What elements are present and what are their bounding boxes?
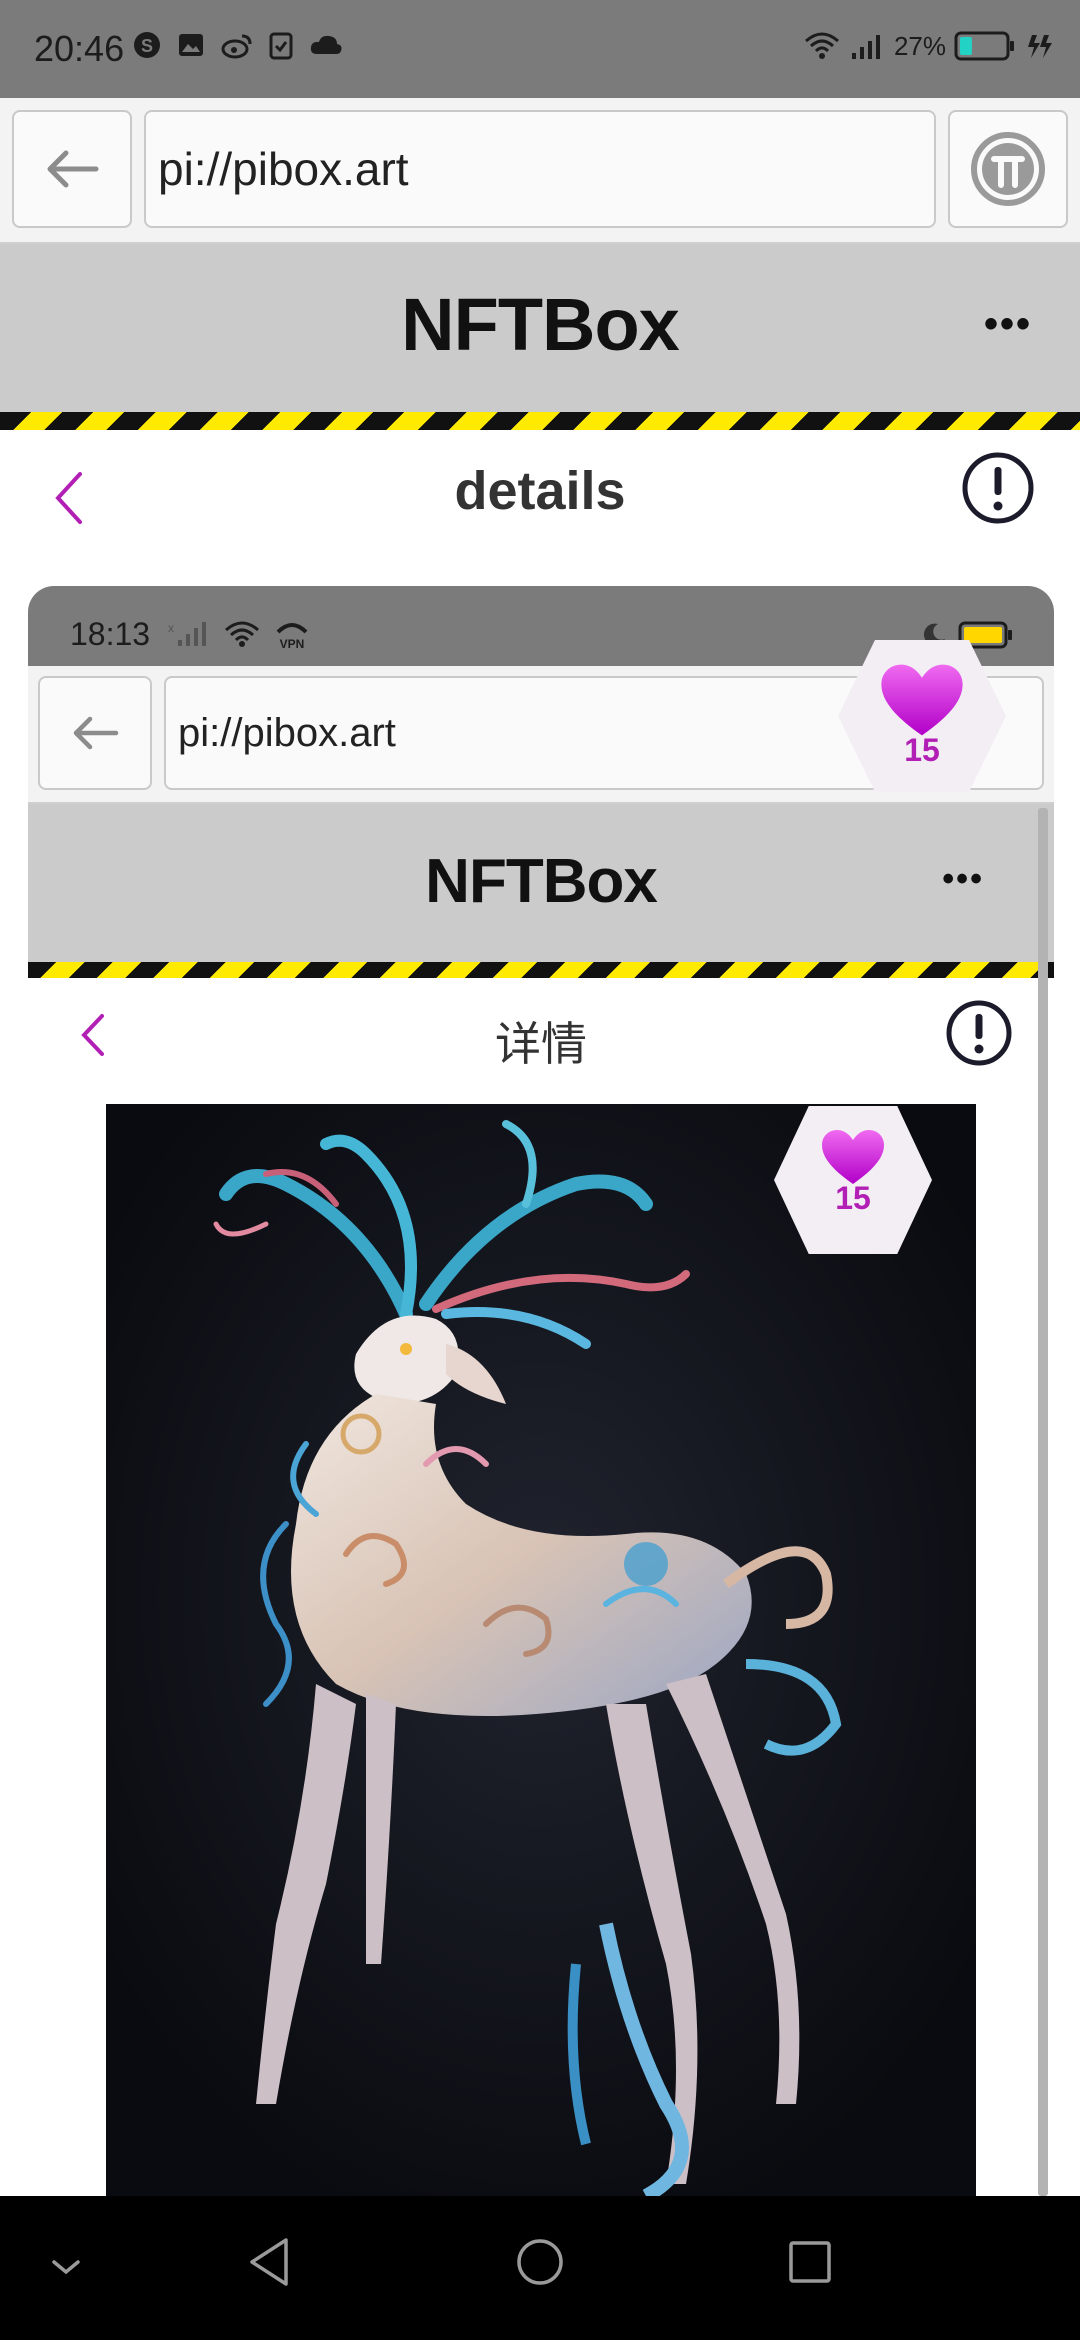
- nav-recents-button[interactable]: [786, 2238, 834, 2291]
- charging-icon: [1028, 35, 1052, 58]
- nav-back-button[interactable]: [246, 2236, 294, 2293]
- svg-text:VPN: VPN: [280, 637, 305, 650]
- cloud-icon: [310, 35, 342, 54]
- embedded-app-header: NFTBox •••: [28, 804, 1054, 962]
- browser-url-text: pi://pibox.art: [158, 143, 409, 195]
- svg-text:x: x: [168, 621, 174, 635]
- nav-home-button[interactable]: [514, 2236, 566, 2293]
- embedded-more-menu: •••: [942, 860, 984, 898]
- page-title: details: [454, 461, 626, 521]
- heart-icon: [822, 1130, 884, 1184]
- wifi-icon: [225, 621, 259, 647]
- recents-square-icon: [789, 2241, 831, 2283]
- vpn-icon: VPN: [276, 623, 308, 650]
- embedded-status-icons: x VPN: [168, 618, 312, 650]
- home-circle-icon: [517, 2239, 563, 2285]
- info-button[interactable]: [960, 450, 1036, 531]
- embedded-status-time: 18:13: [70, 616, 151, 652]
- chevron-down-icon: [52, 2260, 80, 2275]
- wifi-icon: [804, 32, 839, 59]
- embedded-hazard-stripe: [28, 962, 1054, 978]
- back-triangle-icon: [250, 2238, 288, 2286]
- nft-artwork-card[interactable]: 18:13 x VPN pi://pibox.art NFTBox ••• 详情: [28, 586, 1054, 2196]
- status-notification-icons: S: [132, 30, 344, 60]
- info-icon: [962, 452, 1034, 524]
- embedded-info-button: [944, 998, 1014, 1073]
- app-title: NFTBox: [401, 283, 680, 366]
- browser-url-field[interactable]: pi://pibox.art: [144, 110, 936, 228]
- browser-toolbar: pi://pibox.art: [0, 98, 1080, 244]
- pi-logo-icon: [971, 132, 1045, 206]
- weibo-icon: [221, 34, 252, 59]
- hazard-stripe-divider: [0, 412, 1080, 430]
- deer-artwork-icon: [106, 1104, 976, 2196]
- status-time: 20:46: [34, 28, 125, 69]
- battery-icon: [954, 31, 1014, 61]
- embedded-page-title: 详情: [495, 1018, 587, 1070]
- battery-percent: 27%: [893, 30, 946, 61]
- info-icon: [946, 1000, 1012, 1066]
- status-bar: 20:46 S 27%: [0, 0, 1080, 98]
- embedded-like-count: 15: [835, 1180, 871, 1216]
- system-navigation-bar: [0, 2196, 1080, 2340]
- like-count: 15: [904, 732, 940, 768]
- signal-icon: x: [168, 621, 206, 646]
- embedded-url-text: pi://pibox.art: [178, 710, 396, 755]
- browser-back-button[interactable]: [12, 110, 132, 228]
- signal-icon: [851, 35, 880, 59]
- pi-wallet-button[interactable]: [948, 110, 1068, 228]
- nft-artwork-image[interactable]: [106, 1104, 976, 2196]
- app-header: NFTBox •••: [0, 244, 1080, 412]
- embedded-details-row: 详情: [28, 978, 1054, 1088]
- svg-text:S: S: [141, 36, 153, 56]
- details-nav-row: details: [0, 430, 1080, 560]
- embedded-scrollbar: [1038, 808, 1048, 2196]
- nav-hide-button[interactable]: [46, 2254, 86, 2285]
- arrow-left-icon: [73, 716, 119, 750]
- more-menu-button[interactable]: •••: [984, 302, 1032, 347]
- heart-icon: [881, 664, 963, 736]
- arrow-left-icon: [47, 150, 99, 188]
- image-icon: [179, 34, 203, 56]
- s-circle-icon: S: [134, 32, 160, 58]
- clipboard-icon: [269, 32, 293, 60]
- embedded-back-button: [38, 676, 152, 790]
- embedded-app-title: NFTBox: [425, 847, 658, 916]
- status-system-icons: 27%: [802, 30, 1054, 62]
